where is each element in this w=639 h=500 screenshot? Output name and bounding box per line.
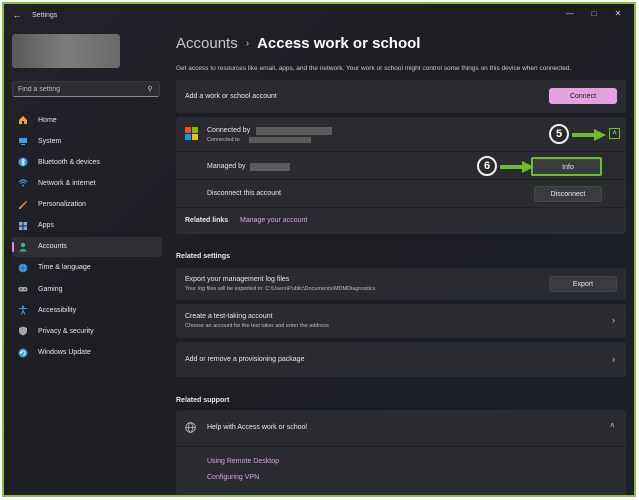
add-account-card: Add a work or school account Connect: [176, 80, 626, 113]
back-arrow-icon[interactable]: ←: [10, 8, 24, 22]
update-icon: [18, 348, 28, 358]
help-label[interactable]: Help with Access work or school: [207, 424, 307, 431]
sidebar-item-label: Privacy & security: [38, 327, 94, 335]
divider: [176, 179, 626, 180]
sidebar-item-network[interactable]: Network & internet: [12, 173, 162, 193]
sidebar-item-windows-update[interactable]: Windows Update: [12, 343, 162, 363]
chevron-up-icon[interactable]: ˄: [610, 421, 615, 430]
sidebar-item-time-language[interactable]: Time & language: [12, 258, 162, 278]
add-account-label: Add a work or school account: [185, 93, 277, 100]
gaming-icon: [18, 284, 28, 294]
connected-by-label: Connected by: [207, 127, 251, 134]
app-title: Settings: [32, 11, 58, 19]
search-input[interactable]: [18, 85, 146, 93]
breadcrumb: Accounts › Access work or school: [176, 35, 420, 52]
main-content: Accounts › Access work or school Get acc…: [174, 4, 634, 495]
accounts-icon: [18, 242, 28, 252]
test-account-label: Create a test-taking account: [185, 313, 273, 320]
remote-desktop-link[interactable]: Using Remote Desktop: [207, 458, 279, 465]
breadcrumb-accounts[interactable]: Accounts: [176, 35, 238, 52]
chevron-right-icon: ›: [612, 354, 615, 364]
redacted-account-name: [256, 127, 332, 135]
sidebar-item-label: Apps: [38, 222, 54, 230]
page-description: Get access to resources like email, apps…: [176, 65, 572, 72]
screenshot-frame: ← Settings — □ ✕ ⚲ Home System Bluetooth…: [2, 2, 636, 497]
provisioning-label: Add or remove a provisioning package: [185, 356, 305, 363]
sidebar-item-bluetooth[interactable]: Bluetooth & devices: [12, 152, 162, 172]
microsoft-logo-icon: [185, 127, 198, 140]
sidebar-item-label: Accounts: [38, 243, 67, 251]
wifi-icon: [18, 178, 28, 188]
sidebar-item-apps[interactable]: Apps: [12, 216, 162, 236]
sidebar-item-home[interactable]: Home: [12, 110, 162, 130]
system-icon: [18, 136, 28, 146]
divider: [176, 446, 626, 447]
related-settings-title: Related settings: [176, 253, 231, 260]
sidebar-item-gaming[interactable]: Gaming: [12, 279, 162, 299]
settings-window: ← Settings — □ ✕ ⚲ Home System Bluetooth…: [4, 4, 634, 495]
apps-icon: [18, 221, 28, 231]
connect-button[interactable]: Connect: [549, 88, 617, 104]
sidebar-item-label: System: [38, 137, 62, 145]
export-logs-path: Your log files will be exported to: C:\U…: [185, 286, 376, 292]
sidebar-item-label: Bluetooth & devices: [38, 158, 100, 166]
sidebar-item-accessibility[interactable]: Accessibility: [12, 300, 162, 320]
sidebar-item-label: Gaming: [38, 285, 63, 293]
configuring-vpn-link[interactable]: Configuring VPN: [207, 474, 259, 481]
test-account-sub: Choose an account for the test taker and…: [185, 323, 329, 329]
export-button[interactable]: Export: [549, 276, 617, 292]
sidebar-item-system[interactable]: System: [12, 131, 162, 151]
redacted-manager: [250, 163, 290, 171]
search-box[interactable]: ⚲: [12, 81, 160, 97]
home-icon: [18, 115, 28, 125]
chevron-up-icon[interactable]: ˄: [609, 128, 620, 139]
sidebar-item-accounts[interactable]: Accounts: [12, 236, 162, 257]
shield-icon: [18, 326, 28, 336]
user-profile-redacted[interactable]: [12, 34, 120, 68]
callout-5-badge: 5: [549, 124, 569, 144]
manage-account-link[interactable]: Manage your account: [240, 217, 307, 224]
sidebar-item-privacy[interactable]: Privacy & security: [12, 321, 162, 341]
sidebar-item-personalization[interactable]: Personalization: [12, 195, 162, 215]
connected-to-label: Connected to: [207, 137, 240, 143]
divider: [176, 207, 626, 208]
divider: [176, 151, 626, 152]
sidebar-item-label: Time & language: [38, 264, 91, 272]
related-links-label: Related links: [185, 217, 229, 224]
help-card: Help with Access work or school ˄ Using …: [176, 410, 626, 495]
accessibility-icon: [18, 305, 28, 316]
sidebar-item-label: Network & internet: [38, 179, 96, 187]
callout-6-badge: 6: [477, 156, 497, 176]
test-account-card[interactable]: Create a test-taking account Choose an a…: [176, 304, 626, 338]
sidebar-nav: Home System Bluetooth & devices Network …: [12, 110, 162, 364]
globe-icon: [18, 263, 28, 273]
page-title: Access work or school: [257, 35, 421, 52]
disconnect-label: Disconnect this account: [207, 190, 281, 197]
chevron-right-icon: ›: [612, 315, 615, 325]
export-logs-label: Export your management log files: [185, 276, 290, 283]
sidebar-item-label: Home: [38, 116, 57, 124]
brush-icon: [18, 200, 28, 210]
export-logs-card: Export your management log files Your lo…: [176, 268, 626, 300]
bluetooth-icon: [18, 157, 28, 167]
provisioning-card[interactable]: Add or remove a provisioning package ›: [176, 342, 626, 377]
globe-icon: [185, 422, 196, 433]
info-button-highlight: [531, 157, 602, 176]
sidebar-item-label: Personalization: [38, 201, 86, 209]
sidebar-item-label: Accessibility: [38, 306, 77, 314]
callout-5-arrow-icon: [572, 129, 606, 141]
sidebar-item-label: Windows Update: [38, 349, 91, 357]
breadcrumb-separator: ›: [245, 38, 250, 49]
search-icon[interactable]: ⚲: [146, 85, 154, 93]
redacted-domain: [249, 137, 311, 143]
disconnect-button[interactable]: Disconnect: [534, 186, 602, 202]
related-support-title: Related support: [176, 397, 230, 404]
managed-by-label: Managed by: [207, 163, 246, 170]
